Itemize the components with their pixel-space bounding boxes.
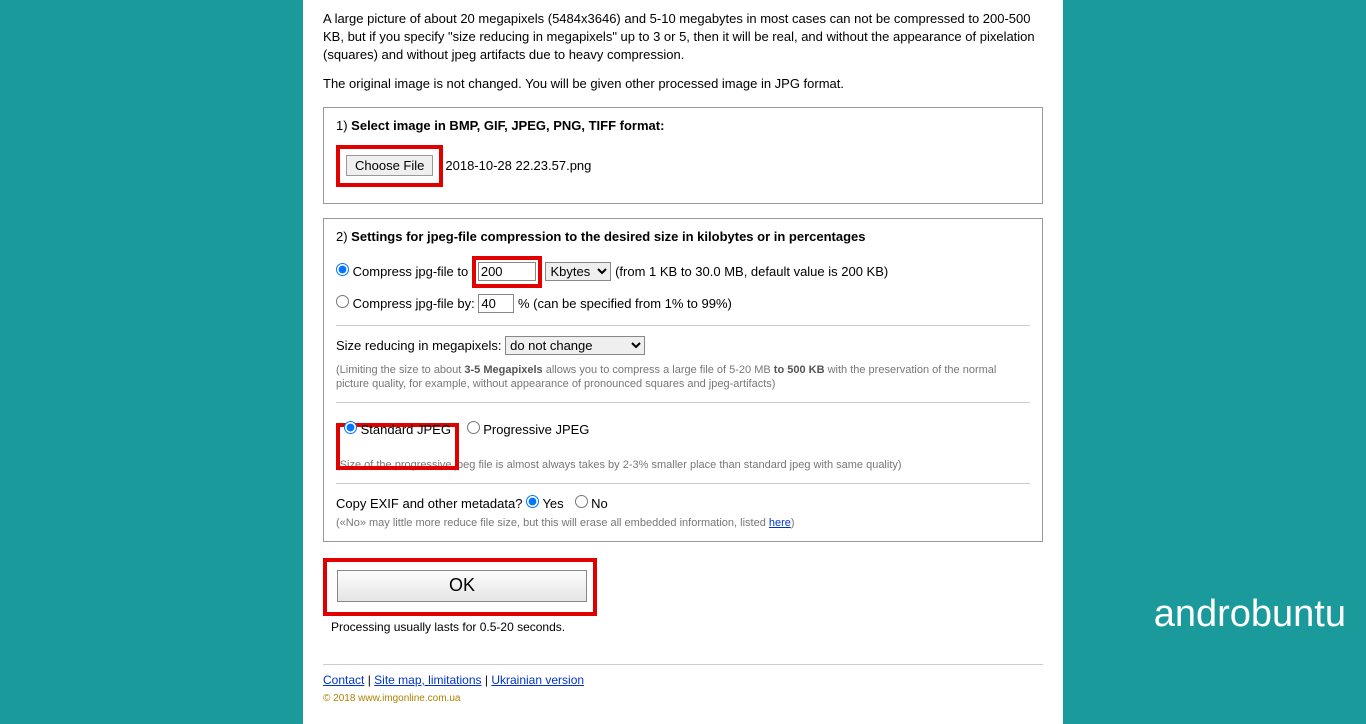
choose-file-button[interactable]: Choose File [346, 155, 433, 176]
highlight-ok-button: OK [323, 558, 597, 616]
section2-heading: 2) Settings for jpeg-file compression to… [336, 229, 1030, 244]
exif-here-link[interactable]: here [769, 517, 791, 529]
section1-heading: 1) Select image in BMP, GIF, JPEG, PNG, … [336, 118, 1030, 133]
exif-row: Copy EXIF and other metadata? Yes No [336, 494, 1030, 515]
footer-links: Contact | Site map, limitations | Ukrain… [323, 664, 1043, 687]
size-reduce-hint: (Limiting the size to about 3-5 Megapixe… [336, 363, 1030, 392]
intro-text: A large picture of about 20 megapixels (… [323, 10, 1043, 93]
compress-by-row: Compress jpg-file by: % (can be specifie… [336, 294, 1030, 315]
size-reduce-select[interactable]: do not change [505, 336, 645, 355]
exif-label: Copy EXIF and other metadata? [336, 496, 526, 511]
size-reduce-label: Size reducing in megapixels: [336, 338, 505, 353]
processing-note: Processing usually lasts for 0.5-20 seco… [331, 620, 1043, 634]
compress-by-label: Compress jpg-file by: [353, 296, 479, 311]
watermark-logo: androbuntu [1154, 593, 1346, 636]
highlight-size-input [472, 256, 542, 289]
standard-jpeg-label: Standard JPEG [361, 422, 451, 437]
compress-to-unit-select[interactable]: Kbytes [545, 262, 611, 281]
compress-by-radio[interactable] [336, 295, 349, 308]
exif-no-radio[interactable] [575, 495, 588, 508]
separator [336, 325, 1030, 326]
exif-hint: («No» may little more reduce file size, … [336, 516, 1030, 530]
contact-link[interactable]: Contact [323, 673, 364, 687]
ukrainian-link[interactable]: Ukrainian version [491, 673, 584, 687]
compress-to-radio[interactable] [336, 263, 349, 276]
progressive-jpeg-label: Progressive JPEG [483, 422, 589, 437]
progressive-jpeg-radio[interactable] [467, 421, 480, 434]
intro-paragraph-2: The original image is not changed. You w… [323, 75, 1043, 93]
selected-filename: 2018-10-28 22.23.57.png [445, 158, 591, 173]
section-select-image: 1) Select image in BMP, GIF, JPEG, PNG, … [323, 107, 1043, 204]
section-compression-settings: 2) Settings for jpeg-file compression to… [323, 218, 1043, 542]
sitemap-link[interactable]: Site map, limitations [374, 673, 481, 687]
highlight-choose-file: Choose File [336, 145, 443, 187]
intro-paragraph-1: A large picture of about 20 megapixels (… [323, 10, 1043, 65]
compress-by-suffix: % (can be specified from 1% to 99%) [518, 296, 732, 311]
compress-to-label: Compress jpg-file to [353, 264, 472, 279]
jpeg-type-row: Standard JPEG Progressive JPEG [336, 413, 1030, 461]
exif-yes-label: Yes [542, 496, 563, 511]
compress-to-input[interactable] [478, 262, 536, 281]
separator [336, 483, 1030, 484]
standard-jpeg-radio[interactable] [344, 421, 357, 434]
compress-to-row: Compress jpg-file to Kbytes (from 1 KB t… [336, 256, 1030, 289]
exif-no-label: No [591, 496, 608, 511]
exif-yes-radio[interactable] [526, 495, 539, 508]
compress-by-input[interactable] [478, 294, 514, 313]
separator [336, 402, 1030, 403]
highlight-standard-jpeg: Standard JPEG [336, 423, 459, 471]
copyright: © 2018 www.imgonline.com.ua [323, 693, 1043, 704]
compress-to-hint: (from 1 KB to 30.0 MB, default value is … [615, 264, 888, 279]
ok-button[interactable]: OK [337, 570, 587, 602]
size-reduce-row: Size reducing in megapixels: do not chan… [336, 336, 1030, 357]
